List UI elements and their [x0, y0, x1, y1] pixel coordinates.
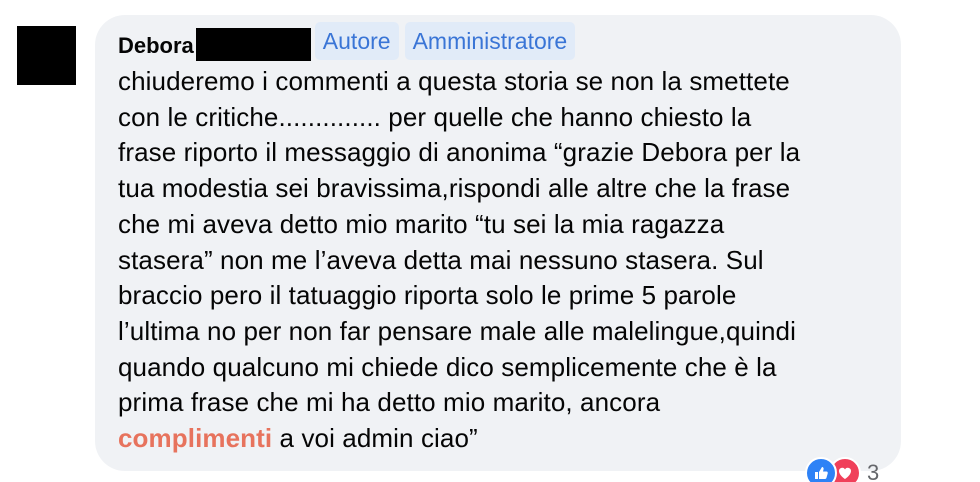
comment-line: con le critiche.............. per quelle…	[118, 101, 752, 132]
reaction-count: 3	[867, 460, 880, 482]
comment-line: quando qualcuno mi chiede dico semplicem…	[118, 351, 777, 382]
comment-line: prima frase che mi ha detto mio marito, …	[118, 387, 661, 418]
cropped-text-fragment: . . . . . . . . . .	[130, 474, 370, 482]
last-line-text: a voi admin ciao”	[272, 423, 478, 454]
avatar[interactable]	[17, 26, 76, 85]
comment-line: chiuderemo i commenti a questa storia se…	[118, 66, 790, 96]
comment-line: che mi aveva detto mio marito “tu sei la…	[118, 208, 725, 239]
comment-text: chiuderemo i commenti a questa storia se…	[118, 64, 888, 457]
admin-badge: Amministratore	[404, 22, 576, 60]
author-name[interactable]: Debora	[118, 33, 194, 59]
reactions-summary[interactable]: 3	[805, 457, 880, 482]
comment-line: stasera” non me l’aveva detta mai nessun…	[118, 244, 764, 275]
comment-header: Debora Autore Amministratore	[118, 22, 576, 61]
comment-line: frase riporto il messaggio di anonima “g…	[118, 137, 801, 168]
comment-line: l’ultima no per non far pensare male all…	[118, 315, 796, 346]
comment-last-line: complimenti a voi admin ciao”	[118, 421, 888, 457]
comment-line: tua modestia sei bravissima,rispondi all…	[118, 173, 791, 204]
cropped-text-fragment: . . . . . . . . . .	[200, 0, 440, 4]
author-badge: Autore	[314, 22, 399, 60]
highlighted-word[interactable]: complimenti	[118, 423, 272, 453]
comment-screen: . . . . . . . . . . Debora Autore Ammini…	[0, 0, 980, 482]
thumbs-up-icon	[805, 457, 837, 482]
redacted-surname	[195, 27, 311, 61]
comment-line: braccio pero il tatuaggio riporta solo l…	[118, 280, 737, 311]
